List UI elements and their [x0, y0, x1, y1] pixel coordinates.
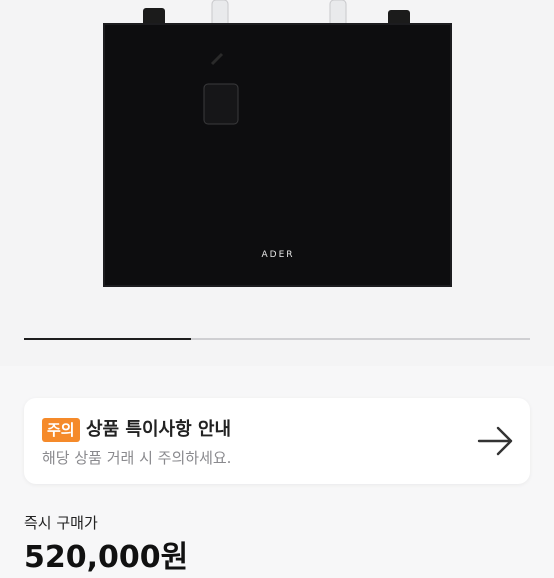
arrow-right-icon[interactable] [476, 424, 516, 458]
product-image-gallery[interactable]: ADER [0, 0, 554, 366]
notice-card[interactable]: 주의 상품 특이사항 안내 해당 상품 거래 시 주의하세요. [24, 398, 530, 484]
image-progress-fill [24, 338, 191, 340]
product-image: ADER [103, 0, 452, 287]
caution-badge: 주의 [42, 418, 80, 442]
price: 520,000원 [24, 540, 189, 575]
notice-title: 상품 특이사항 안내 [86, 419, 232, 440]
buy-now-label: 즉시 구매가 [24, 514, 98, 532]
image-progress-bar [24, 338, 530, 340]
brand-logo-text: ADER [261, 250, 294, 260]
notice-subtitle: 해당 상품 거래 시 주의하세요. [42, 449, 232, 467]
